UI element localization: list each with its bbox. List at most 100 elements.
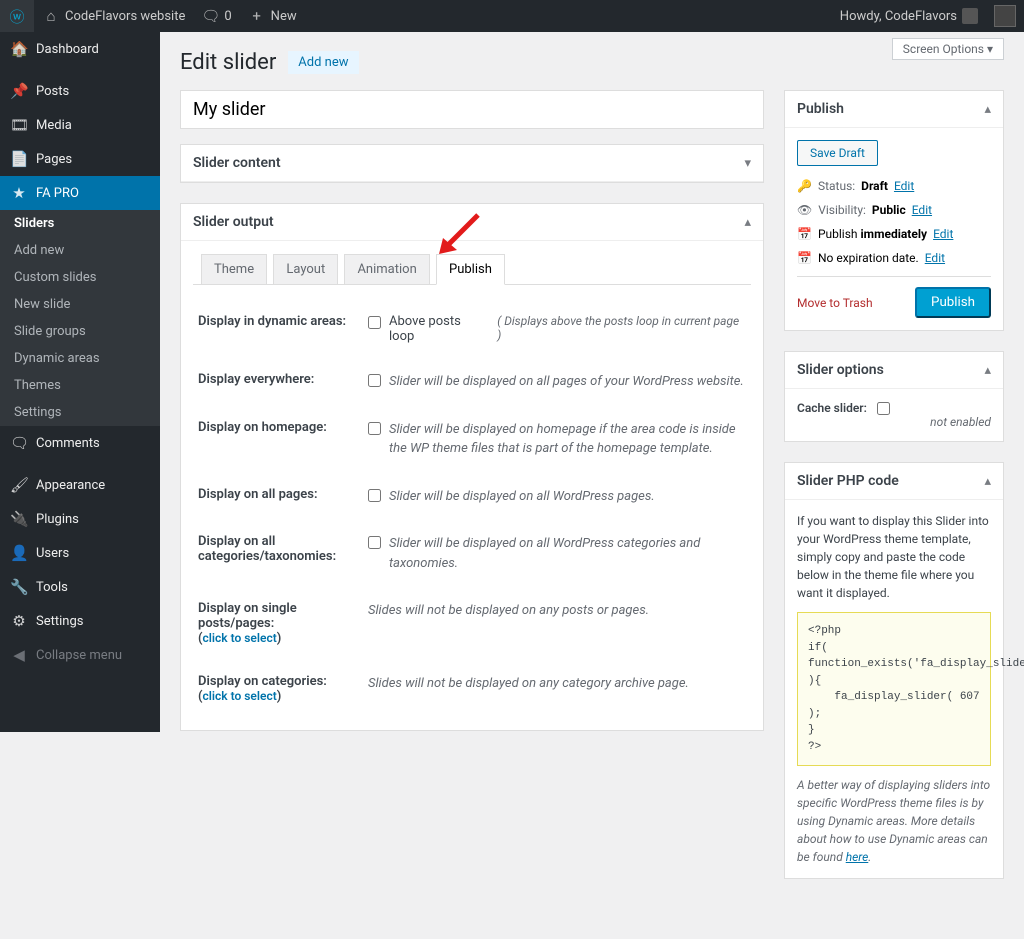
tab-layout[interactable]: Layout [273,254,338,284]
user-icon: 👤 [10,544,28,562]
homepage-checkbox[interactable] [368,422,381,435]
comments-count: 0 [224,9,231,24]
page-title-text: Edit slider [180,50,276,75]
slider-content-panel[interactable]: Slider content ▾ [180,144,764,183]
sliders-icon: ⚙ [10,612,28,630]
everywhere-label: Display everywhere: [198,372,368,387]
add-new-button[interactable]: Add new [288,51,358,74]
cat-text: Slides will not be displayed on any cate… [368,674,689,694]
calendar-icon: 📅 [797,227,812,241]
menu-posts[interactable]: 📌Posts [0,74,160,108]
submenu-dynamic[interactable]: Dynamic areas [0,345,160,372]
screen-options-toggle[interactable]: Screen Options ▾ [892,38,1004,60]
allpages-checkbox[interactable] [368,489,381,502]
above-posts-loop-label: Above posts loop [389,314,489,344]
tab-publish[interactable]: Publish [436,254,505,285]
site-name[interactable]: ⌂ CodeFlavors website [34,0,193,32]
submenu-sliders[interactable]: Sliders [0,210,160,237]
new-content[interactable]: +New [240,0,305,32]
publish-box-title: Publish [797,101,844,117]
howdy-account[interactable]: Howdy, CodeFlavors [832,0,986,32]
menu-dashboard[interactable]: 🏠Dashboard [0,32,160,66]
submenu-custom[interactable]: Custom slides [0,264,160,291]
move-to-trash-link[interactable]: Move to Trash [797,296,873,310]
publish-time-row: 📅 Publish immediately Edit [797,222,991,246]
home-icon: ⌂ [42,7,60,25]
submenu-addnew[interactable]: Add new [0,237,160,264]
save-draft-button[interactable]: Save Draft [797,140,878,166]
chevron-up-icon[interactable]: ▴ [984,102,991,117]
chevron-up-icon[interactable]: ▴ [984,474,991,489]
pin-icon: 📌 [10,82,28,100]
single-click-select[interactable]: click to select [203,631,277,645]
here-link[interactable]: here [846,850,869,864]
time-edit-link[interactable]: Edit [933,227,953,241]
publish-box: Publish ▴ Save Draft 🔑 Status: Draft Edi… [784,90,1004,331]
brush-icon: 🖌 [10,476,28,494]
chevron-up-icon[interactable]: ▴ [984,363,991,378]
menu-comments[interactable]: 🗨Comments [0,426,160,460]
single-label: Display on single posts/pages: (click to… [198,601,368,646]
output-tabs: Theme Layout Animation Publish [193,253,751,285]
menu-pages[interactable]: 📄Pages [0,142,160,176]
menu-fapro[interactable]: ★FA PRO [0,176,160,210]
menu-users[interactable]: 👤Users [0,536,160,570]
everywhere-checkbox[interactable] [368,374,381,387]
submenu-fapro: Sliders Add new Custom slides New slide … [0,210,160,426]
visibility-edit-link[interactable]: Edit [912,203,932,217]
php-code-block[interactable]: <?php if( function_exists('fa_display_sl… [797,612,991,766]
plus-icon: + [248,7,266,25]
main-content: Screen Options ▾ Edit slider Add new Sli… [160,32,1024,939]
slider-title-input[interactable] [180,90,764,129]
comment-icon: 🗨 [201,7,219,25]
menu-tools[interactable]: 🔧Tools [0,570,160,604]
comments-bubble[interactable]: 🗨0 [193,0,239,32]
collapse-icon: ◀ [10,646,28,664]
tab-theme[interactable]: Theme [201,254,267,284]
slider-options-box: Slider options ▴ Cache slider: not enabl… [784,351,1004,442]
calendar-x-icon: 📅 [797,251,812,265]
php-box-title: Slider PHP code [797,473,899,489]
slider-content-title: Slider content [193,155,281,171]
cat-click-select[interactable]: click to select [203,689,277,703]
menu-appearance[interactable]: 🖌Appearance [0,468,160,502]
cache-slider-checkbox[interactable] [877,402,890,415]
submenu-themes[interactable]: Themes [0,372,160,399]
slider-output-title: Slider output [193,214,274,230]
wordpress-icon: ⓦ [8,6,26,27]
submenu-newslide[interactable]: New slide [0,291,160,318]
everywhere-text: Slider will be displayed on all pages of… [389,372,744,392]
chevron-down-icon[interactable]: ▾ [744,156,751,171]
above-posts-loop-hint: ( Displays above the posts loop in curre… [497,314,746,342]
status-edit-link[interactable]: Edit [894,179,914,193]
key-icon: 🔑 [797,179,812,193]
menu-collapse[interactable]: ◀Collapse menu [0,638,160,672]
admin-sidebar: 🏠Dashboard 📌Posts 🎞Media 📄Pages ★FA PRO … [0,32,160,732]
allpages-label: Display on all pages: [198,487,368,502]
homepage-label: Display on homepage: [198,420,368,435]
expiration-edit-link[interactable]: Edit [925,251,945,265]
dynamic-areas-label: Display in dynamic areas: [198,314,368,329]
submenu-settings[interactable]: Settings [0,399,160,426]
comment-icon: 🗨 [10,434,28,452]
tab-animation[interactable]: Animation [344,254,429,284]
menu-plugins[interactable]: 🔌Plugins [0,502,160,536]
allpages-text: Slider will be displayed on all WordPres… [389,487,655,507]
star-icon: ★ [10,184,28,202]
above-posts-loop-checkbox[interactable] [368,316,381,329]
howdy-text: Howdy, CodeFlavors [840,9,957,24]
site-name-label: CodeFlavors website [65,9,185,24]
support-link[interactable] [986,0,1024,32]
php-intro-text: If you want to display this Slider into … [797,512,991,602]
avatar-icon [962,8,978,24]
chevron-up-icon[interactable]: ▴ [744,215,751,230]
menu-settings[interactable]: ⚙Settings [0,604,160,638]
single-text: Slides will not be displayed on any post… [368,601,649,621]
submenu-groups[interactable]: Slide groups [0,318,160,345]
allcat-checkbox[interactable] [368,536,381,549]
menu-media[interactable]: 🎞Media [0,108,160,142]
visibility-row: 👁 Visibility: Public Edit [797,198,991,222]
wp-logo[interactable]: ⓦ [0,0,34,32]
publish-button[interactable]: Publish [915,287,991,318]
allcat-text: Slider will be displayed on all WordPres… [389,534,746,573]
